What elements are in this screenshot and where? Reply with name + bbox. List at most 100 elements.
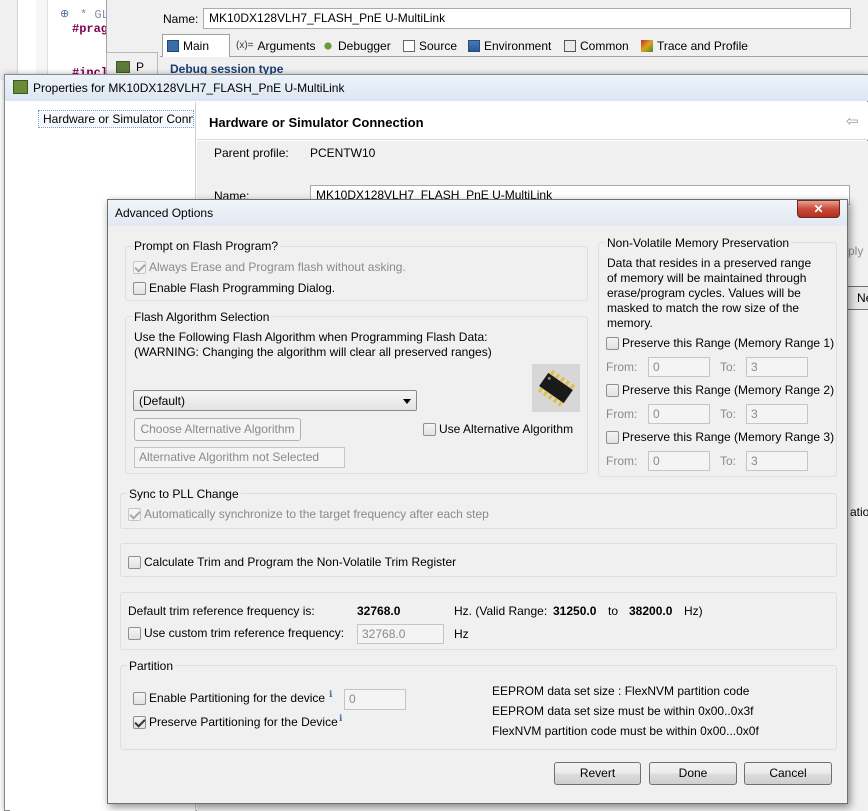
tab-label: Environment [484, 39, 552, 53]
right-edge-button-new[interactable]: Ne [846, 286, 868, 310]
arguments-icon: (x)= [236, 40, 254, 51]
pll-group-title: Sync to PLL Change [127, 487, 241, 501]
cancel-button[interactable]: Cancel [744, 762, 832, 785]
properties-window-icon [13, 80, 28, 94]
preserve-range-2-label[interactable]: Preserve this Range (Memory Range 2) [622, 383, 834, 397]
partition-info-2: EEPROM data set size must be within 0x00… [492, 704, 754, 718]
source-icon [403, 40, 415, 52]
expand-plus-icon[interactable]: ⊕ [60, 7, 69, 20]
calc-trim-label[interactable]: Calculate Trim and Program the Non-Volat… [144, 555, 456, 569]
main-tab-icon [167, 40, 179, 52]
properties-title: Properties for MK10DX128VLH7_FLASH_PnE U… [33, 81, 345, 95]
preserve-range-3-label[interactable]: Preserve this Range (Memory Range 3) [622, 430, 834, 444]
range-3-to-field[interactable]: 3 [746, 451, 808, 471]
partition-info-3: FlexNVM partition code must be within 0x… [492, 724, 759, 738]
valid-range-hz: Hz) [684, 604, 703, 618]
launch-icon [116, 61, 130, 73]
nvm-desc-3: erase/program cycles. Values will be [607, 286, 801, 300]
algorithm-desc-1: Use the Following Flash Algorithm when P… [134, 330, 488, 344]
range-2-from-field[interactable]: 0 [648, 404, 710, 424]
valid-range-max: 38200.0 [629, 604, 673, 618]
valid-range-label: Hz. (Valid Range: [454, 604, 548, 618]
auto-sync-checkbox [128, 508, 141, 521]
tab-debugger[interactable]: Debugger [318, 35, 395, 57]
range-3-from-label: From: [606, 454, 638, 468]
use-alternative-checkbox[interactable] [423, 423, 436, 436]
valid-range-to: to [608, 604, 619, 618]
revert-button[interactable]: Revert [554, 762, 641, 785]
always-erase-checkbox [133, 261, 146, 274]
common-icon [564, 40, 576, 52]
default-trim-value: 32768.0 [357, 604, 401, 618]
tab-label: Debugger [338, 39, 391, 53]
tab-label: Main [183, 39, 210, 53]
algorithm-not-selected-field: Alternative Algorithm not Selected [134, 447, 345, 468]
range-1-from-label: From: [606, 360, 638, 374]
range-2-to-field[interactable]: 3 [746, 404, 808, 424]
back-arrow-icon[interactable]: ⇦ [846, 112, 859, 130]
nvm-desc-1: Data that resides in a preserved range [607, 256, 812, 270]
right-edge-text-apply: ply [848, 244, 864, 258]
tab-arguments[interactable]: (x)= Arguments [232, 35, 320, 57]
enable-flash-dialog-label[interactable]: Enable Flash Programming Dialog. [149, 281, 335, 295]
right-edge-text-config: atio [850, 505, 868, 519]
preserve-range-1-label[interactable]: Preserve this Range (Memory Range 1) [622, 336, 834, 350]
parent-profile-value: PCENTW10 [310, 146, 376, 160]
preserve-range-1-checkbox[interactable] [606, 337, 619, 350]
tab-label: Arguments [257, 39, 316, 53]
dialog-titlebar [108, 200, 847, 226]
use-alternative-label[interactable]: Use Alternative Algorithm [439, 422, 573, 436]
enable-partitioning-label[interactable]: Enable Partitioning for the device [149, 691, 325, 705]
nvm-desc-2: of memory will be maintained through [607, 271, 807, 285]
always-erase-label: Always Erase and Program flash without a… [149, 260, 406, 274]
info-icon: ℹ [329, 689, 333, 699]
calc-trim-checkbox[interactable] [128, 556, 141, 569]
partition-group-title: Partition [127, 659, 176, 673]
prompt-group-title: Prompt on Flash Program? [132, 239, 281, 253]
preserve-partitioning-label[interactable]: Preserve Partitioning for the Device [149, 715, 338, 729]
range-1-to-field[interactable]: 3 [746, 357, 808, 377]
launch-name-field[interactable]: MK10DX128VLH7_FLASH_PnE U-MultiLink [203, 8, 851, 29]
tab-label: Source [419, 39, 458, 53]
tree-item-hardware-connection[interactable]: Hardware or Simulator Conn [38, 110, 194, 128]
custom-trim-checkbox[interactable] [128, 627, 141, 640]
tab-common[interactable]: Common [560, 35, 633, 57]
tab-label: Trace and Profile [657, 39, 748, 53]
dropdown-arrow-icon [403, 399, 411, 404]
trim-frequency-group [120, 592, 837, 650]
tab-label: Common [580, 39, 629, 53]
enable-flash-dialog-checkbox[interactable] [133, 282, 146, 295]
partition-info-1: EEPROM data set size : FlexNVM partition… [492, 684, 750, 698]
custom-trim-unit: Hz [454, 627, 469, 641]
custom-trim-field[interactable]: 32768.0 [357, 624, 444, 644]
done-button[interactable]: Done [649, 762, 737, 785]
nvm-desc-4: masked to match the row size of the [607, 301, 800, 315]
dialog-close-button[interactable]: ✕ [797, 200, 840, 218]
partition-value-field[interactable]: 0 [344, 689, 406, 710]
tab-trace-and-profile[interactable]: Trace and Profile [637, 35, 752, 57]
properties-heading: Hardware or Simulator Connection [209, 115, 424, 130]
algorithm-group-title: Flash Algorithm Selection [132, 310, 272, 324]
launch-name-label: Name: [163, 12, 199, 26]
tab-main[interactable]: Main [162, 34, 230, 57]
preserve-range-2-checkbox[interactable] [606, 384, 619, 397]
range-3-from-field[interactable]: 0 [648, 451, 710, 471]
algorithm-select-value: (Default) [139, 394, 186, 408]
enable-partitioning-checkbox[interactable] [133, 692, 146, 705]
default-trim-label: Default trim reference frequency is: [128, 604, 315, 618]
range-1-from-field[interactable]: 0 [648, 357, 710, 377]
preserve-partitioning-checkbox[interactable] [133, 716, 146, 729]
algorithm-select[interactable]: (Default) [133, 390, 417, 411]
range-2-from-label: From: [606, 407, 638, 421]
nvm-group-title: Non-Volatile Memory Preservation [605, 236, 792, 250]
dialog-title: Advanced Options [115, 206, 214, 220]
debugger-bug-icon [322, 40, 334, 52]
preserve-range-3-checkbox[interactable] [606, 431, 619, 444]
choose-algorithm-button[interactable]: Choose Alternative Algorithm [134, 418, 301, 441]
custom-trim-label[interactable]: Use custom trim reference frequency: [144, 626, 344, 640]
auto-sync-label: Automatically synchronize to the target … [144, 507, 489, 521]
valid-range-min: 31250.0 [553, 604, 597, 618]
tab-environment[interactable]: Environment [464, 35, 555, 57]
tab-source[interactable]: Source [399, 35, 461, 57]
launch-letter: P [136, 60, 145, 74]
